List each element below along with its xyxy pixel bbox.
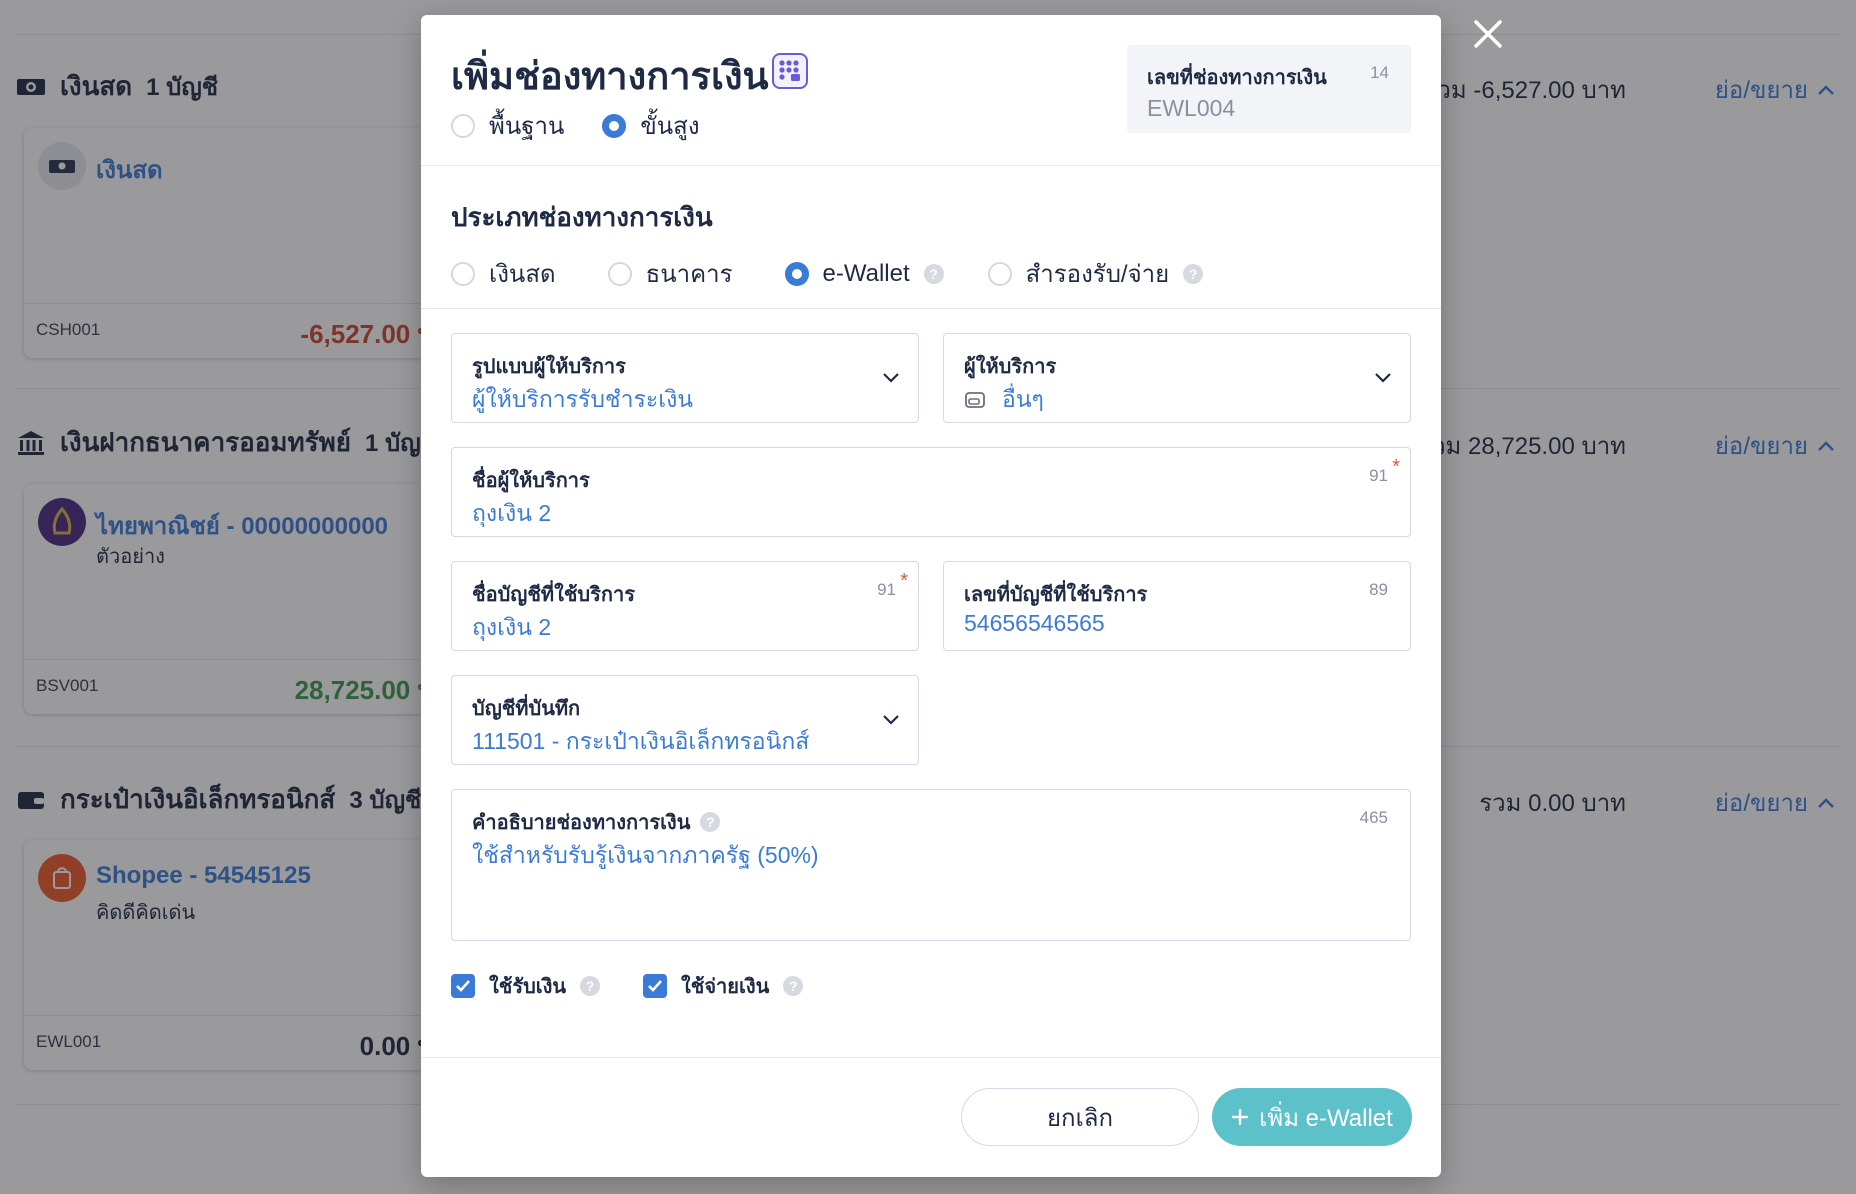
field-label: บัญชีที่บันทึก <box>472 698 581 720</box>
radio-label: เงินสด <box>489 261 556 288</box>
char-counter: 91 <box>1369 466 1388 485</box>
checkbox-checked-icon <box>643 974 667 998</box>
checkbox-checked-icon <box>451 974 475 998</box>
field-value: อื่นๆ <box>1002 386 1044 412</box>
radio-circle-selected <box>784 261 809 286</box>
account-name-input[interactable]: ชื่อบัญชีที่ใช้บริการ 91 * ถุงเงิน 2 <box>451 561 919 651</box>
field-value-wrap: อื่นๆ <box>964 382 1044 418</box>
pay-money-checkbox[interactable]: ใช้จ่ายเงิน ? <box>643 970 804 1002</box>
chevron-down-icon <box>883 373 899 383</box>
channel-number-value: EWL004 <box>1147 95 1236 121</box>
type-section-title: ประเภทช่องทางการเงิน <box>451 202 713 232</box>
checkbox-label: ใช้จ่ายเงิน <box>681 976 770 998</box>
char-counter: 91 <box>877 580 896 599</box>
divider <box>421 1057 1441 1058</box>
help-icon[interactable]: ? <box>1183 263 1204 284</box>
field-value: ถุงเงิน 2 <box>472 614 552 640</box>
radio-label: e-Wallet <box>822 259 910 287</box>
field-label: ผู้ให้บริการ <box>964 356 1057 378</box>
char-counter: 14 <box>1370 63 1389 82</box>
cancel-button[interactable]: ยกเลิก <box>961 1088 1199 1146</box>
help-icon[interactable]: ? <box>700 812 721 832</box>
field-value: 111501 - กระเป๋าเงินอิเล็กทรอนิกส์ <box>472 728 810 754</box>
description-textarea[interactable]: คำอธิบายช่องทางการเงิน ? 465 ใช้สำหรับรั… <box>451 789 1411 941</box>
wallet-icon <box>965 392 985 408</box>
provider-type-select[interactable]: รูปแบบผู้ให้บริการ ผู้ให้บริการรับชำระเง… <box>451 333 919 423</box>
apps-icon[interactable] <box>772 53 808 89</box>
type-reserve-radio[interactable]: สำรองรับ/จ่าย ? <box>987 254 1204 293</box>
mode-advanced-radio[interactable]: ขั้นสูง <box>602 106 700 145</box>
radio-circle <box>451 113 475 138</box>
divider <box>421 165 1441 166</box>
channel-number-label: เลขที่ช่องทางการเงิน <box>1147 67 1327 89</box>
radio-circle <box>987 261 1012 286</box>
close-icon[interactable] <box>1470 16 1506 52</box>
provider-select[interactable]: ผู้ให้บริการ อื่นๆ <box>943 333 1411 423</box>
divider <box>421 308 1441 309</box>
type-radio-group: เงินสด ธนาคาร e-Wallet ? สำรองรับ/จ่าย ? <box>451 254 1204 293</box>
field-label: เลขที่บัญชีที่ใช้บริการ <box>964 584 1148 606</box>
radio-label: ขั้นสูง <box>640 113 700 140</box>
field-label: ชื่อบัญชีที่ใช้บริการ <box>472 584 635 606</box>
chevron-down-icon <box>883 715 899 725</box>
add-ewallet-button[interactable]: เพิ่ม e-Wallet <box>1212 1088 1412 1146</box>
channel-number-field: เลขที่ช่องทางการเงิน 14 EWL004 <box>1127 45 1411 133</box>
char-counter: 465 <box>1359 808 1388 827</box>
type-ewallet-radio[interactable]: e-Wallet ? <box>784 259 944 288</box>
field-label: ชื่อผู้ให้บริการ <box>472 470 590 492</box>
field-label-wrap: คำอธิบายช่องทางการเงิน ? <box>472 806 721 838</box>
receive-money-checkbox[interactable]: ใช้รับเงิน ? <box>451 970 601 1002</box>
field-label: รูปแบบผู้ให้บริการ <box>472 356 626 378</box>
account-number-input[interactable]: เลขที่บัญชีที่ใช้บริการ 89 54656546565 <box>943 561 1411 651</box>
checkbox-label: ใช้รับเงิน <box>489 976 567 998</box>
add-button-label: เพิ่ม e-Wallet <box>1259 1104 1393 1132</box>
field-value: ผู้ให้บริการรับชำระเงิน <box>472 386 694 412</box>
dialog-title: เพิ่มช่องทางการเงิน <box>451 56 769 98</box>
plus-icon <box>1231 1108 1249 1126</box>
radio-label: สำรองรับ/จ่าย <box>1025 261 1170 288</box>
radio-circle <box>451 261 475 286</box>
add-finance-channel-dialog: เพิ่มช่องทางการเงิน พื้นฐาน ขั้นสูง เลขท… <box>421 15 1441 1177</box>
field-label: คำอธิบายช่องทางการเงิน <box>472 812 691 834</box>
char-counter: 89 <box>1369 580 1388 599</box>
chevron-down-icon <box>1375 373 1391 383</box>
mode-radio-group: พื้นฐาน ขั้นสูง <box>451 106 700 145</box>
required-mark: * <box>900 570 908 592</box>
help-icon[interactable]: ? <box>923 263 944 284</box>
type-cash-radio[interactable]: เงินสด <box>451 254 556 293</box>
radio-label: พื้นฐาน <box>489 113 565 140</box>
provider-name-input[interactable]: ชื่อผู้ให้บริการ 91 * ถุงเงิน 2 <box>451 447 1411 537</box>
type-bank-radio[interactable]: ธนาคาร <box>607 254 733 293</box>
ledger-account-select[interactable]: บัญชีที่บันทึก 111501 - กระเป๋าเงินอิเล็… <box>451 675 919 765</box>
radio-label: ธนาคาร <box>645 261 733 288</box>
help-icon[interactable]: ? <box>783 976 804 996</box>
field-value: ใช้สำหรับรับรู้เงินจากภาครัฐ (50%) <box>472 842 819 868</box>
radio-circle-selected <box>602 113 627 138</box>
field-value: 54656546565 <box>964 610 1105 636</box>
field-value: ถุงเงิน 2 <box>472 500 552 526</box>
mode-basic-radio[interactable]: พื้นฐาน <box>451 106 564 145</box>
help-icon[interactable]: ? <box>580 976 601 996</box>
radio-circle <box>607 261 632 286</box>
required-mark: * <box>1392 456 1400 478</box>
